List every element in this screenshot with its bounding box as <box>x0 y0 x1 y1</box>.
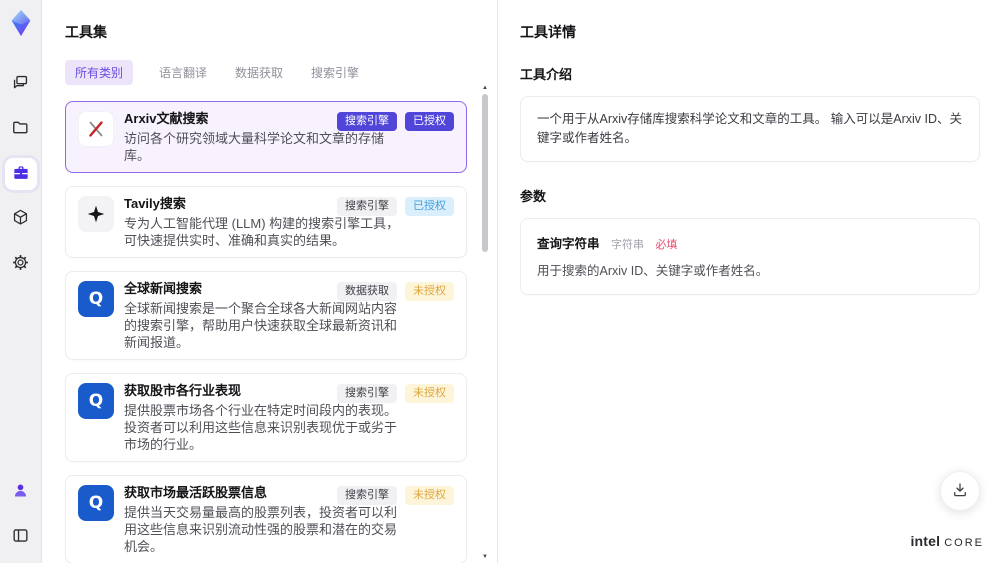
category-badge: 搜索引擎 <box>337 486 397 505</box>
tool-description: 全球新闻搜索是一个聚合全球各大新闻网站内容的搜索引擎，帮助用户快速获取全球最新资… <box>124 301 398 350</box>
tool-card-arxiv[interactable]: Arxiv文献搜索 访问各个研究领域大量科学论文和文章的存储库。 搜索引擎 已授… <box>65 101 467 173</box>
tool-description: 专为人工智能代理 (LLM) 构建的搜索引擎工具，可快速提供实时、准确和真实的结… <box>124 216 400 248</box>
chat-icon <box>11 73 30 95</box>
q-logo-icon: Q <box>78 485 114 521</box>
page-title: 工具集 <box>65 24 107 40</box>
category-tabs: 所有类别 语言翻译 数据获取 搜索引擎 <box>65 60 467 85</box>
tool-description: 提供股票市场各个行业在特定时间段内的表现。投资者可以利用这些信息来识别表现优于或… <box>124 403 398 452</box>
tool-list-panel: 工具集 所有类别 语言翻译 数据获取 搜索引擎 Arxiv文献搜索 访问各个研究… <box>42 0 498 563</box>
sidebar-item-collapse[interactable] <box>5 521 37 553</box>
app-logo <box>6 8 36 38</box>
user-icon <box>11 481 30 503</box>
sidebar-item-files[interactable] <box>5 113 37 145</box>
sidebar-item-profile[interactable] <box>5 476 37 508</box>
arxiv-logo-icon <box>78 111 114 147</box>
folder-icon <box>11 118 30 140</box>
scroll-down-arrow[interactable]: ▼ <box>480 553 490 561</box>
auth-status-badge: 未授权 <box>405 486 454 505</box>
auth-status-badge: 未授权 <box>405 384 454 403</box>
param-name: 查询字符串 <box>537 236 600 251</box>
category-badge: 搜索引擎 <box>337 112 397 131</box>
tool-card-global-news[interactable]: Q 全球新闻搜索 全球新闻搜索是一个聚合全球各大新闻网站内容的搜索引擎，帮助用户… <box>65 271 467 360</box>
briefcase-icon <box>11 163 31 186</box>
list-scrollbar[interactable]: ▲ ▼ <box>480 84 490 561</box>
four-point-star-icon <box>78 196 114 232</box>
tab-search-engine[interactable]: 搜索引擎 <box>309 60 361 85</box>
scrollbar-thumb[interactable] <box>482 94 488 252</box>
auth-status-badge: 未授权 <box>405 282 454 301</box>
auth-status-badge: 已授权 <box>405 112 454 131</box>
param-description: 用于搜索的Arxiv ID、关键字或作者姓名。 <box>537 263 769 278</box>
param-header: 查询字符串 字符串 必填 <box>537 233 963 253</box>
category-badge: 搜索引擎 <box>337 197 397 216</box>
tab-language-translation[interactable]: 语言翻译 <box>157 60 209 85</box>
intel-core-logo: intel CORE <box>910 533 984 549</box>
left-sidebar <box>0 0 42 563</box>
tool-card-tavily[interactable]: Tavily搜索 专为人工智能代理 (LLM) 构建的搜索引擎工具，可快速提供实… <box>65 186 467 258</box>
tool-description: 访问各个研究领域大量科学论文和文章的存储库。 <box>124 131 385 163</box>
category-badge: 搜索引擎 <box>337 384 397 403</box>
sidebar-item-tools[interactable] <box>4 158 37 190</box>
tool-list: Arxiv文献搜索 访问各个研究领域大量科学论文和文章的存储库。 搜索引擎 已授… <box>65 101 467 563</box>
sidebar-item-chat[interactable] <box>5 68 37 100</box>
param-card: 查询字符串 字符串 必填 用于搜索的Arxiv ID、关键字或作者姓名。 <box>520 217 980 296</box>
core-wordmark: CORE <box>944 537 984 549</box>
tool-description: 提供当天交易量最高的股票列表，投资者可以利用这些信息来识别流动性强的股票和潜在的… <box>124 505 398 554</box>
params-heading: 参数 <box>520 188 547 204</box>
tab-all-categories[interactable]: 所有类别 <box>65 60 134 85</box>
intel-wordmark: intel <box>910 533 941 549</box>
tool-card-active-stocks[interactable]: Q 获取市场最活跃股票信息 提供当天交易量最高的股票列表，投资者可以利用这些信息… <box>65 475 467 563</box>
intro-heading: 工具介绍 <box>520 67 573 82</box>
gear-icon <box>11 253 30 275</box>
detail-title: 工具详情 <box>520 24 576 40</box>
sidebar-item-settings[interactable] <box>5 248 37 280</box>
param-type: 字符串 <box>610 238 644 251</box>
tool-card-stock-sectors[interactable]: Q 获取股市各行业表现 提供股票市场各个行业在特定时间段内的表现。投资者可以利用… <box>65 373 467 462</box>
tab-data-acquisition[interactable]: 数据获取 <box>233 60 285 85</box>
q-logo-icon: Q <box>78 383 114 419</box>
q-logo-icon: Q <box>78 281 114 317</box>
param-required-badge: 必填 <box>655 238 678 251</box>
download-icon <box>951 481 969 502</box>
cube-icon <box>11 208 30 230</box>
tool-detail-panel: 工具详情 工具介绍 一个用于从Arxiv存储库搜索科学论文和文章的工具。 输入可… <box>498 0 1000 563</box>
category-badge: 数据获取 <box>337 282 397 301</box>
tool-intro-card: 一个用于从Arxiv存储库搜索科学论文和文章的工具。 输入可以是Arxiv ID… <box>520 96 980 162</box>
sidebar-item-models[interactable] <box>5 203 37 235</box>
download-button[interactable] <box>940 471 980 511</box>
tool-intro-text: 一个用于从Arxiv存储库搜索科学论文和文章的工具。 输入可以是Arxiv ID… <box>537 112 963 145</box>
auth-status-badge: 已授权 <box>405 197 454 216</box>
scroll-up-arrow[interactable]: ▲ <box>480 84 490 92</box>
panel-toggle-icon <box>11 526 30 548</box>
